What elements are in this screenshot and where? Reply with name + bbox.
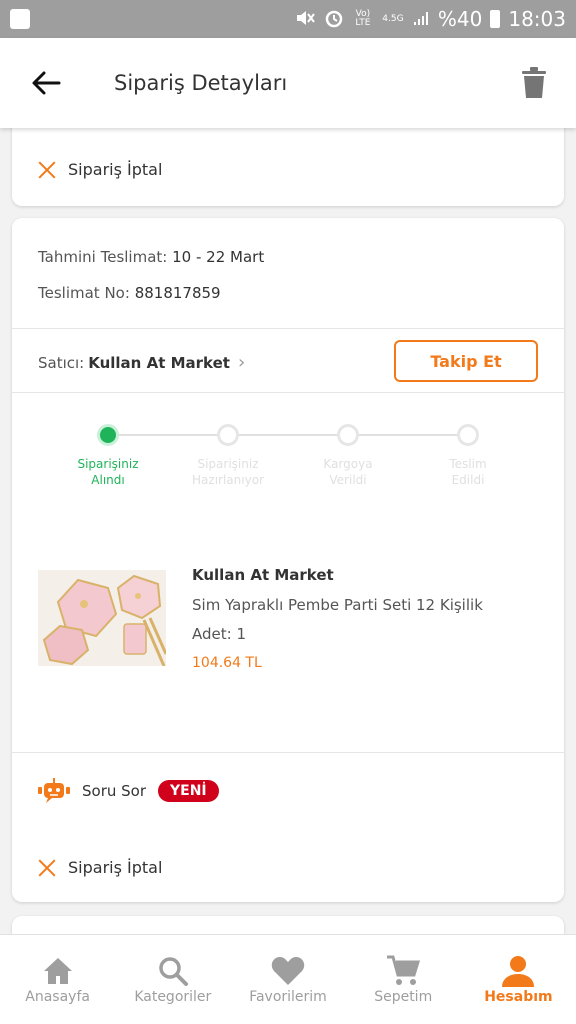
- cancel-order-label: Sipariş İptal: [68, 160, 163, 179]
- step-dot-delivered: [457, 424, 479, 446]
- divider: [12, 328, 564, 329]
- delivery-number: Teslimat No: 881817859: [38, 284, 221, 302]
- close-icon: [38, 859, 56, 877]
- product-quantity: Adet: 1: [192, 625, 246, 643]
- back-button[interactable]: [16, 53, 76, 113]
- step-label-line: Hazırlanıyor: [192, 473, 264, 487]
- nav-cart-label: Sepetim: [374, 989, 433, 1005]
- step-label-line: Alındı: [91, 473, 125, 487]
- app-bar: Sipariş Detayları: [0, 38, 576, 128]
- trash-icon: [522, 67, 546, 98]
- nav-home-label: Anasayfa: [25, 989, 90, 1005]
- volte-indicator: Vo) LTE: [355, 9, 371, 28]
- alarm-icon: [324, 8, 344, 31]
- step-label-shipped: Kargoya Verildi: [293, 456, 403, 488]
- search-icon: [157, 953, 189, 989]
- estimated-delivery-value: 10 - 22 Mart: [172, 248, 265, 266]
- nav-cart[interactable]: Sepetim: [346, 935, 461, 1024]
- party-plates-image: [38, 570, 166, 666]
- heart-icon: [271, 953, 305, 989]
- chevron-right-icon: ›: [237, 352, 246, 373]
- estimated-delivery-label: Tahmini Teslimat:: [38, 248, 168, 266]
- close-icon: [38, 161, 56, 179]
- step-label-delivered: Teslim Edildi: [413, 456, 523, 488]
- nav-categories-label: Kategoriler: [134, 989, 212, 1005]
- nav-favorites-label: Favorilerim: [249, 989, 327, 1005]
- step-dot-shipped: [337, 424, 359, 446]
- ask-question-button[interactable]: Soru Sor YENİ: [38, 778, 219, 804]
- step-label-line: Kargoya: [323, 457, 373, 471]
- nav-favorites[interactable]: Favorilerim: [230, 935, 345, 1024]
- home-icon: [42, 953, 74, 989]
- nav-account[interactable]: Hesabım: [461, 935, 576, 1024]
- seller-link[interactable]: Satıcı: Kullan At Market ›: [38, 352, 245, 373]
- seller-name: Kullan At Market: [88, 353, 230, 372]
- page-title: Sipariş Detayları: [114, 71, 288, 95]
- divider: [12, 752, 564, 753]
- cart-icon: [386, 953, 421, 989]
- step-label-line: Siparişiniz: [197, 457, 259, 471]
- step-label-line: Edildi: [451, 473, 485, 487]
- product-image[interactable]: [38, 570, 166, 666]
- new-badge: YENİ: [158, 780, 219, 802]
- step-label-line: Verildi: [329, 473, 367, 487]
- step-label-line: Teslim: [449, 457, 487, 471]
- mute-icon: [294, 8, 316, 31]
- nav-account-label: Hesabım: [484, 989, 553, 1005]
- clock: 18:03: [508, 7, 566, 31]
- battery-icon: [490, 10, 501, 28]
- ask-question-label: Soru Sor: [82, 782, 147, 800]
- network-type: 4.5G: [382, 13, 404, 24]
- product-seller: Kullan At Market: [192, 566, 334, 584]
- signal-icon: [412, 9, 430, 30]
- step-dot-received: [97, 424, 119, 446]
- step-label-received: Siparişiniz Alındı: [53, 456, 163, 488]
- bottom-navigation: Anasayfa Kategoriler Favorilerim Sepetim…: [0, 934, 576, 1024]
- estimated-delivery: Tahmini Teslimat: 10 - 22 Mart: [38, 248, 264, 266]
- delete-button[interactable]: [512, 61, 556, 105]
- step-dot-preparing: [217, 424, 239, 446]
- step-label-line: Siparişiniz: [77, 457, 139, 471]
- divider: [12, 392, 564, 393]
- product-price: 104.64 TL: [192, 655, 262, 671]
- cancel-order-button[interactable]: Sipariş İptal: [38, 858, 162, 877]
- step-label-preparing: Siparişiniz Hazırlanıyor: [173, 456, 283, 488]
- app-notification-icon: [10, 9, 30, 29]
- delivery-number-label: Teslimat No:: [38, 284, 130, 302]
- nav-categories[interactable]: Kategoriler: [115, 935, 230, 1024]
- follow-button[interactable]: Takip Et: [394, 340, 538, 382]
- seller-label: Satıcı:: [38, 353, 85, 372]
- cancel-order-label: Sipariş İptal: [68, 858, 163, 877]
- product-name[interactable]: Sim Yapraklı Pembe Parti Seti 12 Kişilik: [192, 596, 483, 614]
- user-icon: [501, 953, 535, 989]
- progress-track: [108, 434, 468, 436]
- arrow-left-icon: [32, 71, 61, 95]
- status-bar: Vo) LTE 4.5G %40 18:03: [0, 0, 576, 38]
- nav-home[interactable]: Anasayfa: [0, 935, 115, 1024]
- robot-chat-icon: [38, 778, 70, 804]
- delivery-number-value: 881817859: [134, 284, 221, 302]
- battery-percent: %40: [437, 7, 483, 31]
- order-card: Tahmini Teslimat: 10 - 22 Mart Teslimat …: [12, 218, 564, 902]
- cancel-order-button[interactable]: Sipariş İptal: [38, 160, 162, 179]
